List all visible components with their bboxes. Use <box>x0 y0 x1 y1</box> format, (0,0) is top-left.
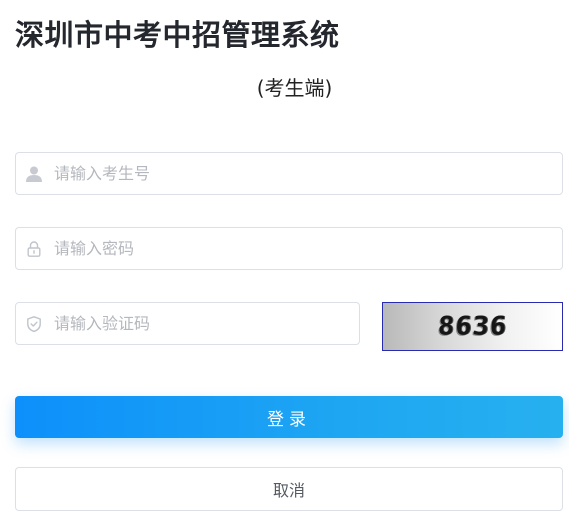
candidate-number-field[interactable] <box>15 152 563 195</box>
page-title: 深圳市中考中招管理系统 <box>15 18 340 52</box>
lock-icon <box>25 240 43 258</box>
login-button[interactable]: 登录 <box>15 396 563 438</box>
verification-code-field[interactable] <box>15 302 360 345</box>
page-subtitle: (考生端) <box>256 76 333 100</box>
verification-code-input[interactable] <box>54 303 359 344</box>
login-page: 深圳市中考中招管理系统 (考生端) 8 <box>0 0 569 524</box>
user-icon <box>25 165 43 183</box>
captcha-image[interactable]: 8636 <box>382 302 563 351</box>
cancel-button[interactable]: 取消 <box>15 467 563 511</box>
candidate-number-input[interactable] <box>54 153 562 194</box>
password-input[interactable] <box>54 228 562 269</box>
captcha-text: 8636 <box>436 311 509 342</box>
password-field[interactable] <box>15 227 563 270</box>
shield-icon <box>25 315 43 333</box>
